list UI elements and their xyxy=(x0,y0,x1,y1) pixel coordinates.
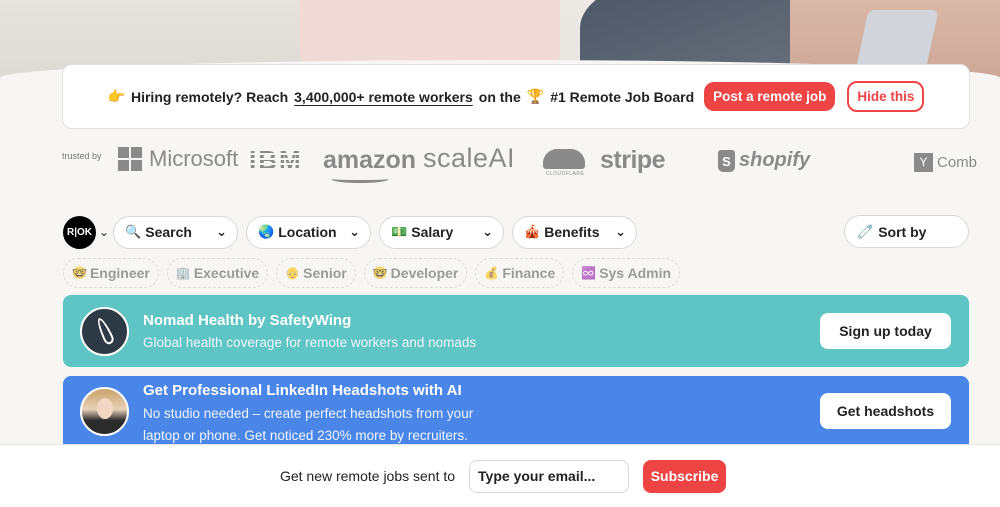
tag-sys-admin[interactable]: ♾️ Sys Admin xyxy=(572,258,681,288)
hiring-text-after: #1 Remote Job Board xyxy=(550,88,695,105)
tag-executive[interactable]: 🏢 Executive xyxy=(166,258,269,288)
sign-up-today-button[interactable]: Sign up today xyxy=(820,313,951,349)
microsoft-wordmark: Microsoft xyxy=(149,146,239,171)
location-filter-label: Location xyxy=(278,224,337,240)
search-filter[interactable]: 🔍 Search ⌄ xyxy=(113,215,239,249)
sort-by-label: Sort by xyxy=(878,223,927,240)
face-photo xyxy=(97,398,113,419)
tag-label: Finance xyxy=(502,265,556,281)
money-bag-icon: 💰 xyxy=(484,266,500,280)
old-man-icon: 👴 xyxy=(285,266,301,280)
tag-label: Senior xyxy=(303,265,347,281)
tag-label: Sys Admin xyxy=(599,265,672,281)
sort-icon: 🧷 xyxy=(857,223,874,239)
tag-label: Executive xyxy=(193,265,260,281)
tag-developer[interactable]: 🤓 Developer xyxy=(363,258,468,288)
microsoft-logo: Microsoft xyxy=(118,146,238,172)
filter-bar: R|OK ⌄ 🔍 Search ⌄ 🌏 Location ⌄ 💵 Salary … xyxy=(63,215,645,249)
chevron-down-icon: ⌄ xyxy=(482,224,494,239)
hiring-text-middle: on the xyxy=(478,88,521,105)
headshot-avatar xyxy=(80,387,129,436)
tag-label: Engineer xyxy=(89,265,150,281)
yc-icon: Y xyxy=(914,153,933,172)
nerd-face-icon: 🤓 xyxy=(72,266,87,280)
tag-row: 🤓 Engineer 🏢 Executive 👴 Senior 🤓 Develo… xyxy=(63,258,681,288)
benefits-filter-label: Benefits xyxy=(544,224,600,240)
promo-subtitle: Global health coverage for remote worker… xyxy=(143,335,477,350)
chevron-down-icon[interactable]: ⌄ xyxy=(99,225,109,239)
subscribe-bar: Get new remote jobs sent to Subscribe xyxy=(0,444,1000,507)
chevron-down-icon: ⌄ xyxy=(349,224,361,239)
remote-workers-link[interactable]: 3,400,000+ remote workers xyxy=(294,89,473,105)
safetywing-avatar xyxy=(80,307,129,356)
stripe-logo: stripe xyxy=(600,146,666,174)
circus-tent-icon: 🎪 xyxy=(524,224,541,239)
chevron-down-icon: ⌄ xyxy=(615,224,627,239)
get-headshots-button[interactable]: Get headshots xyxy=(820,393,951,429)
infinity-icon: ♾️ xyxy=(581,266,597,280)
salary-filter[interactable]: 💵 Salary ⌄ xyxy=(379,215,505,249)
shopify-bag-icon: S xyxy=(718,149,735,172)
trophy-icon: 🏆 xyxy=(526,88,545,104)
search-icon: 🔍 xyxy=(125,224,142,239)
ibm-logo: IBM xyxy=(249,145,303,175)
chevron-down-icon: ⌄ xyxy=(216,224,228,239)
shopify-wordmark: shopify xyxy=(739,149,811,171)
salary-filter-label: Salary xyxy=(411,224,454,240)
pointing-hand-icon: 👉 xyxy=(107,88,125,104)
nerd-face-icon: 🤓 xyxy=(372,266,388,280)
shopify-logo: S shopify xyxy=(718,149,810,172)
feather-icon xyxy=(94,316,116,346)
ycombinator-logo: Y Comb xyxy=(914,153,977,172)
remoteok-logo[interactable]: R|OK xyxy=(63,215,96,249)
promo-title: Nomad Health by SafetyWing xyxy=(143,312,352,329)
tag-engineer[interactable]: 🤓 Engineer xyxy=(63,258,159,288)
search-filter-label: Search xyxy=(145,224,192,240)
yc-wordmark: Comb xyxy=(937,154,978,171)
tag-label: Developer xyxy=(390,265,459,281)
hiring-text-before: Hiring remotely? Reach xyxy=(130,88,289,105)
trusted-by-label: trusted by xyxy=(62,151,102,161)
subscribe-button[interactable]: Subscribe xyxy=(643,459,727,493)
scaleai-logo: scaleAI xyxy=(423,143,516,173)
cloudflare-wordmark: CLOUDFLARE xyxy=(545,171,585,177)
benefits-filter[interactable]: 🎪 Benefits ⌄ xyxy=(512,215,638,249)
globe-icon: 🌏 xyxy=(258,224,275,239)
amazon-wordmark: amazon xyxy=(323,146,417,174)
linkedin-headshots-promo[interactable]: Get Professional LinkedIn Headshots with… xyxy=(63,376,969,446)
office-building-icon: 🏢 xyxy=(175,266,191,280)
amazon-logo: amazon xyxy=(323,146,417,183)
tag-senior[interactable]: 👴 Senior xyxy=(276,258,356,288)
cloudflare-logo: CLOUDFLARE xyxy=(543,149,587,177)
sort-by-button[interactable]: 🧷 Sort by xyxy=(844,215,969,248)
email-input[interactable] xyxy=(469,459,630,493)
hide-banner-button[interactable]: Hide this xyxy=(847,81,925,112)
location-filter[interactable]: 🌏 Location ⌄ xyxy=(246,215,372,249)
subscribe-label: Get new remote jobs sent to xyxy=(279,468,456,484)
money-icon: 💵 xyxy=(391,224,408,239)
promo-title: Get Professional LinkedIn Headshots with… xyxy=(143,382,462,399)
post-remote-job-button[interactable]: Post a remote job xyxy=(704,82,836,111)
tag-finance[interactable]: 💰 Finance xyxy=(475,258,565,288)
cloud-icon xyxy=(543,149,585,169)
promo-subtitle: No studio needed – create perfect headsh… xyxy=(143,406,474,443)
amazon-smile-icon xyxy=(331,175,389,183)
hiring-banner: 👉 Hiring remotely? Reach 3,400,000+ remo… xyxy=(62,64,970,129)
microsoft-grid-icon xyxy=(118,147,142,171)
nomad-health-promo[interactable]: Nomad Health by SafetyWing Global health… xyxy=(63,295,969,367)
